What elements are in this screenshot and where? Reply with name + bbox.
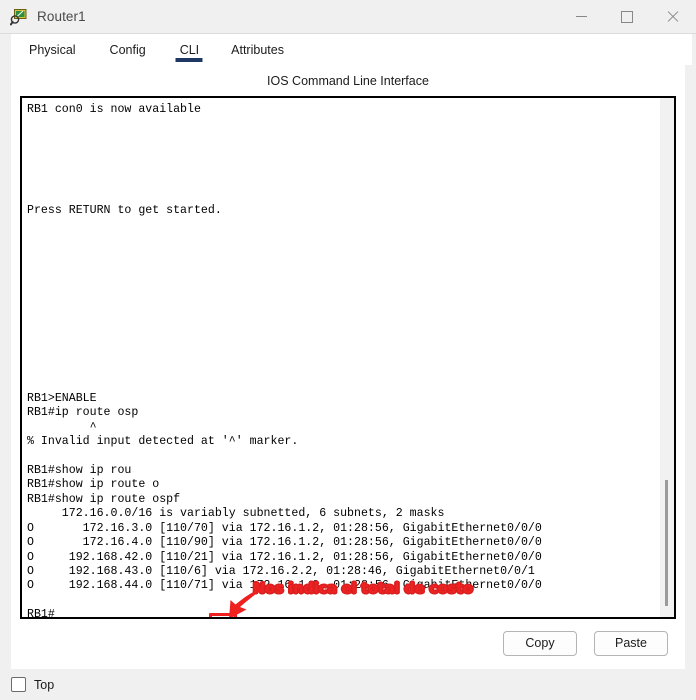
tabs-panel: Physical Config CLI Attributes [11,34,692,65]
tab-physical[interactable]: Physical [21,34,84,65]
terminal-line: O 172.16.3.0 [110/70] via 172.16.1.2, 01… [27,521,542,535]
tab-underline [175,58,203,62]
tab-physical-label: Physical [29,42,76,57]
top-checkbox-label: Top [34,677,55,692]
terminal-line: Press RETURN to get started. [27,204,222,218]
terminal-line: 172.16.0.0/16 is variably subnetted, 6 s… [27,507,445,521]
minimize-button[interactable] [558,0,604,33]
terminal-line: O 192.168.44.0 [110/71] via 172.16.1.2, … [27,579,542,593]
tab-config[interactable]: Config [102,34,154,65]
terminal-line: RB1# [27,608,55,617]
copy-button[interactable]: Copy [503,630,577,656]
tab-config-label: Config [109,42,146,57]
terminal-scrollbar-thumb[interactable] [665,480,668,606]
cli-heading: IOS Command Line Interface [267,74,429,88]
window-title: Router1 [37,9,86,24]
window-controls [558,0,696,33]
terminal-line: RB1#show ip route ospf [27,492,181,506]
cli-panel: IOS Command Line Interface RB1 con0 is n… [11,65,685,669]
terminal-container: RB1 con0 is now available Press RETURN t… [20,96,676,619]
title-bar: Router1 [0,0,696,34]
terminal-scrollbar[interactable] [660,98,674,617]
close-icon [667,11,679,23]
status-bar: Top [0,669,696,700]
close-button[interactable] [650,0,696,33]
paste-button[interactable]: Paste [594,630,668,656]
terminal-line: ^ [27,420,97,434]
top-checkbox[interactable] [11,677,26,692]
terminal-line: RB1>ENABLE [27,391,97,405]
terminal-line: O 192.168.42.0 [110/21] via 172.16.1.2, … [27,550,542,564]
terminal-line: RB1#ip route osp [27,406,139,420]
terminal-line: % Invalid input detected at '^' marker. [27,435,299,449]
terminal-line: O 192.168.43.0 [110/6] via 172.16.2.2, 0… [27,565,535,578]
terminal-line: RB1 con0 is now available [27,103,201,116]
maximize-icon [621,10,633,23]
tab-cli-label: CLI [179,42,200,57]
terminal-line: O 172.16.4.0 [110/90] via 172.16.1.2, 01… [27,536,542,550]
terminal-button-row: Copy Paste [11,619,685,667]
terminal-output[interactable]: RB1 con0 is now available Press RETURN t… [22,98,660,617]
minimize-icon [575,16,587,17]
tab-attributes-label: Attributes [231,42,284,57]
maximize-button[interactable] [604,0,650,33]
tab-cli[interactable]: CLI [172,34,207,65]
terminal-line: RB1#show ip route o [27,478,160,492]
terminal-line: RB1#show ip rou [27,463,132,477]
tab-strip: Physical Config CLI Attributes [0,34,696,65]
router-cli-window: Router1 Physical Config CLI Attributes I… [0,0,696,700]
packet-tracer-router-icon [9,8,28,26]
tab-attributes[interactable]: Attributes [223,34,292,65]
